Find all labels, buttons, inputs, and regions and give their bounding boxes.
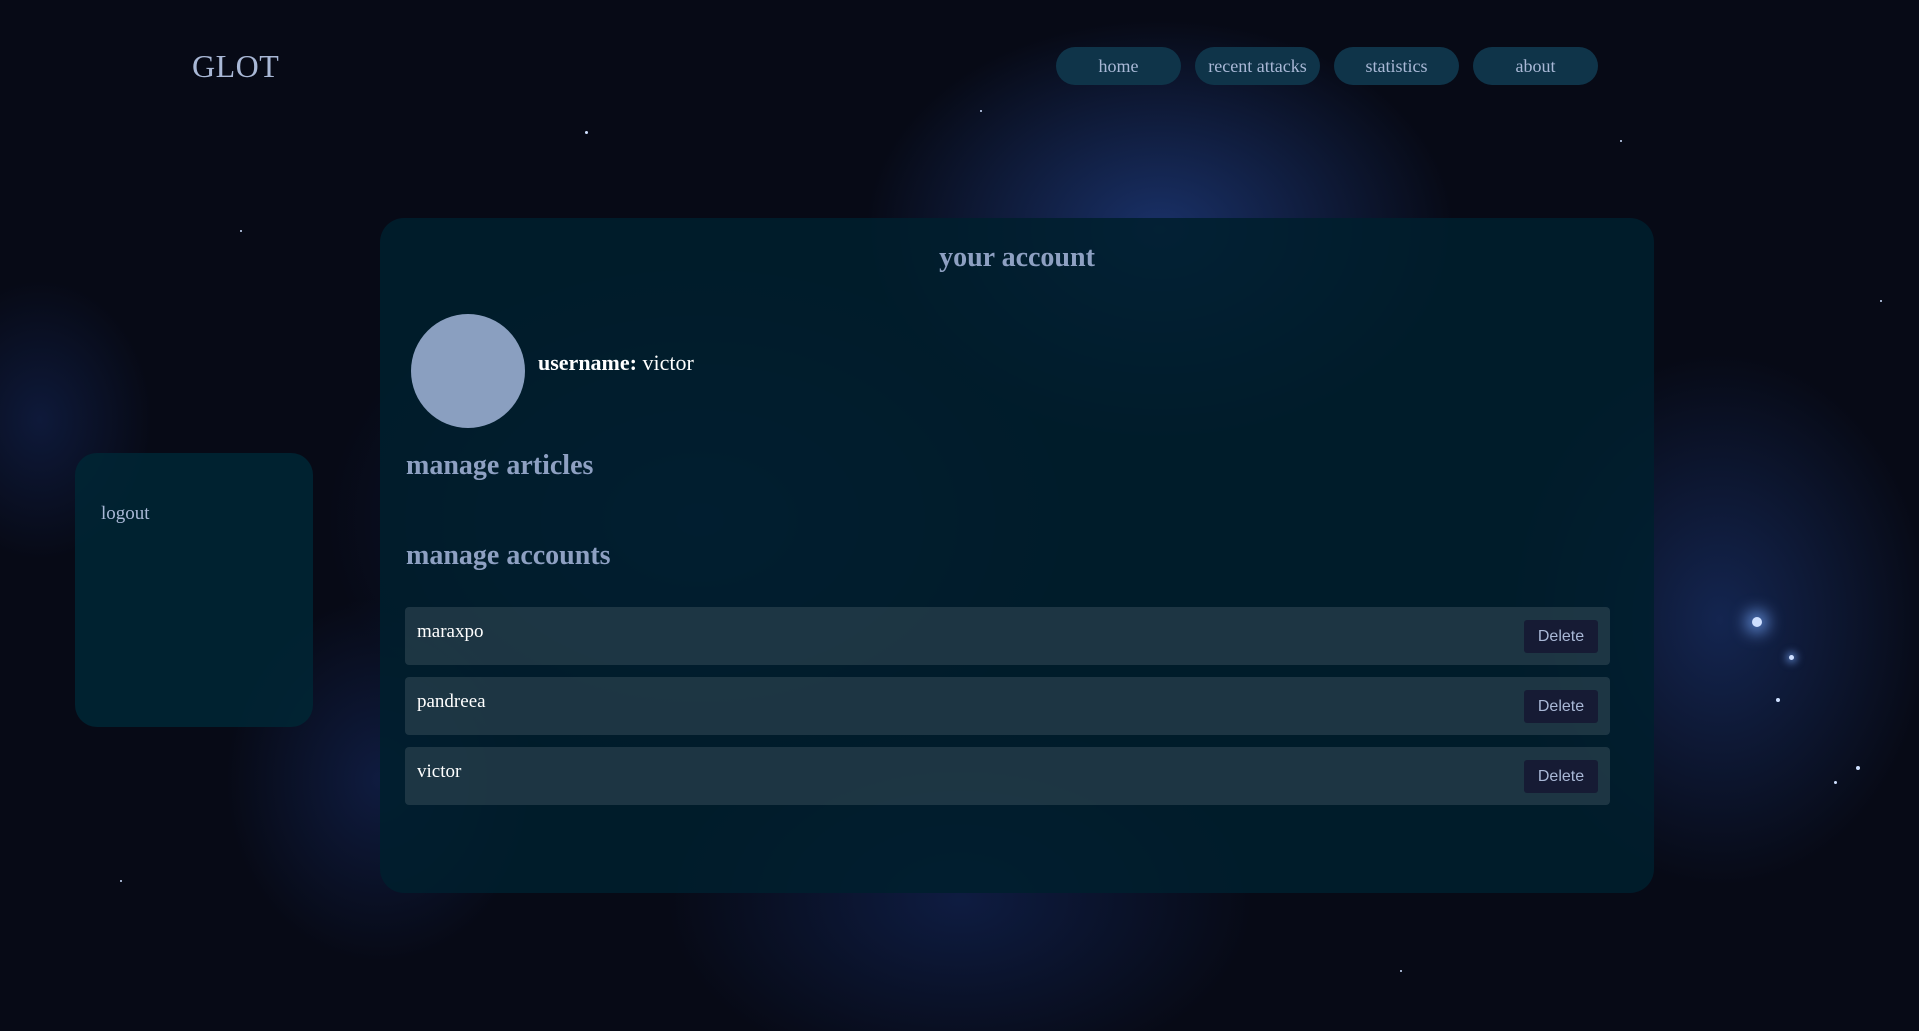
account-row: maraxpo Delete (405, 607, 1610, 665)
accounts-list: maraxpo Delete pandreea Delete victor De… (405, 607, 1610, 817)
logout-link[interactable]: logout (101, 503, 150, 525)
username-value: victor (642, 350, 694, 375)
nav-about-button[interactable]: about (1473, 47, 1598, 85)
nav-statistics-button[interactable]: statistics (1334, 47, 1459, 85)
avatar (411, 314, 525, 428)
account-name: pandreea (417, 691, 486, 712)
username-label: username: (538, 350, 637, 375)
main-nav: home recent attacks statistics about (1056, 47, 1598, 85)
account-row: pandreea Delete (405, 677, 1610, 735)
site-logo[interactable]: GLOT (192, 48, 279, 85)
delete-account-button[interactable]: Delete (1524, 690, 1598, 723)
top-bar: GLOT home recent attacks statistics abou… (0, 0, 1919, 130)
manage-accounts-heading: manage accounts (406, 540, 611, 571)
nav-home-button[interactable]: home (1056, 47, 1181, 85)
nav-recent-attacks-button[interactable]: recent attacks (1195, 47, 1320, 85)
delete-account-button[interactable]: Delete (1524, 760, 1598, 793)
delete-account-button[interactable]: Delete (1524, 620, 1598, 653)
sidebar: logout (75, 453, 313, 727)
manage-articles-heading[interactable]: manage articles (406, 450, 593, 482)
username-row: username: victor (538, 350, 694, 376)
account-name: maraxpo (417, 621, 484, 642)
account-name: victor (417, 761, 462, 782)
account-panel: your account username: victor manage art… (380, 218, 1654, 893)
account-row: victor Delete (405, 747, 1610, 805)
page-title: your account (939, 242, 1095, 273)
